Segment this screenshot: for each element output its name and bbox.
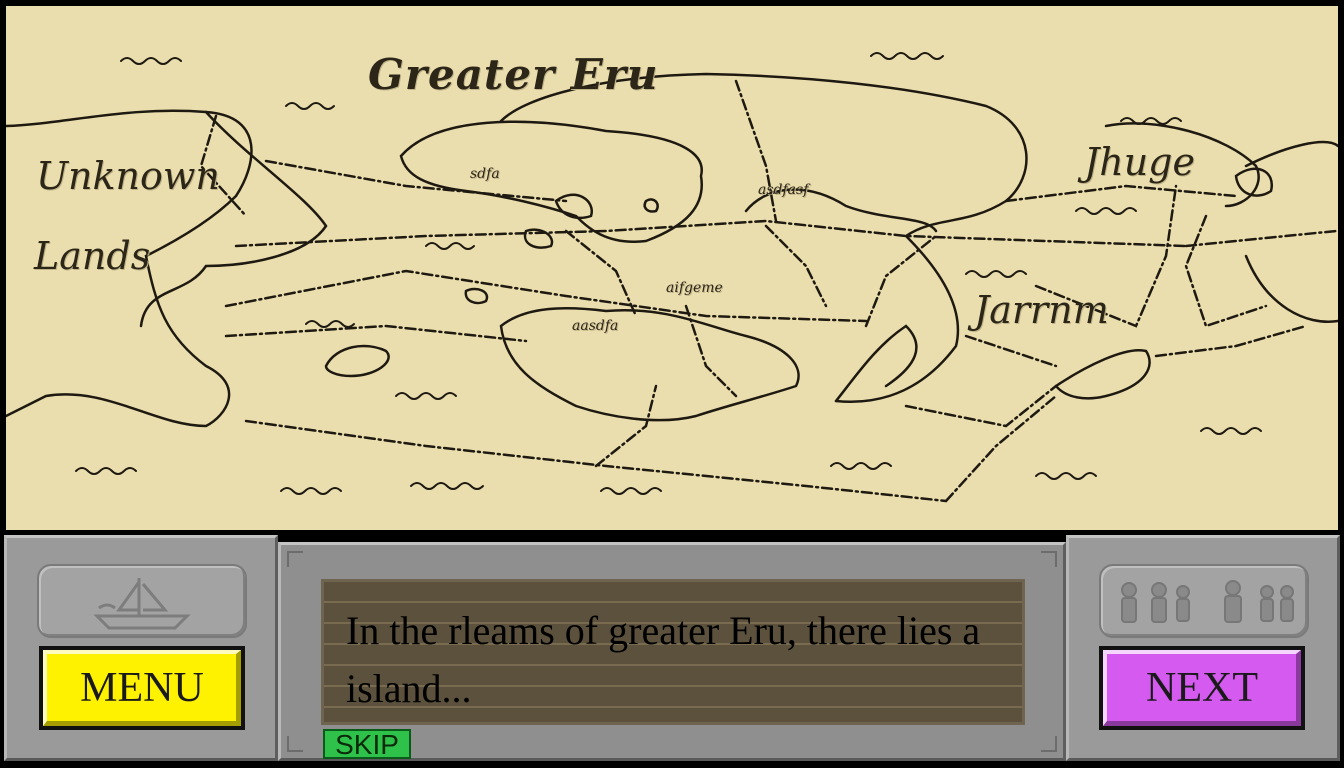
- sea-waves: [75, 52, 1262, 495]
- map-lines: [6, 52, 1338, 503]
- party-emblem: [1099, 564, 1309, 638]
- skip-button[interactable]: SKIP: [323, 729, 411, 759]
- corner-ornament: [287, 551, 303, 567]
- region-label-greater-eru: Greater Eru: [368, 50, 659, 99]
- region-label-unknown: Unknown: [36, 154, 220, 198]
- town-label[interactable]: aasdfa: [572, 318, 618, 334]
- ship-emblem: [37, 564, 247, 638]
- corner-ornament: [287, 736, 303, 752]
- town-label[interactable]: asdfasf: [758, 182, 808, 198]
- menu-button-label: MENU: [80, 665, 204, 711]
- next-button[interactable]: NEXT: [1099, 646, 1305, 730]
- dialog-text: In the rleams of greater Eru, there lies…: [346, 608, 981, 711]
- menu-button[interactable]: MENU: [39, 646, 245, 730]
- coastlines: [6, 72, 1338, 428]
- dialog-box[interactable]: In the rleams of greater Eru, there lies…: [321, 579, 1025, 725]
- corner-ornament: [1041, 551, 1057, 567]
- region-label-jhuge: Jhuge: [1084, 140, 1195, 184]
- dialog-panel: In the rleams of greater Eru, there lies…: [278, 542, 1066, 761]
- town-label[interactable]: aifgeme: [666, 280, 723, 296]
- corner-ornament: [1041, 736, 1057, 752]
- ship-icon: [93, 578, 191, 630]
- world-map: Greater Eru Unknown Lands Jhuge Jarrnm s…: [6, 6, 1338, 530]
- next-button-label: NEXT: [1146, 665, 1258, 711]
- right-panel: NEXT: [1066, 535, 1340, 761]
- map-frame: Greater Eru Unknown Lands Jhuge Jarrnm s…: [0, 0, 1344, 532]
- party-icon: [1121, 580, 1294, 623]
- left-panel: MENU: [4, 535, 278, 761]
- bottom-bar: MENU In the rleams of greater Eru, there…: [0, 532, 1344, 768]
- region-label-jarrnm: Jarrnm: [974, 288, 1109, 332]
- region-label-lands: Lands: [34, 234, 151, 278]
- town-label[interactable]: sdfa: [470, 166, 500, 182]
